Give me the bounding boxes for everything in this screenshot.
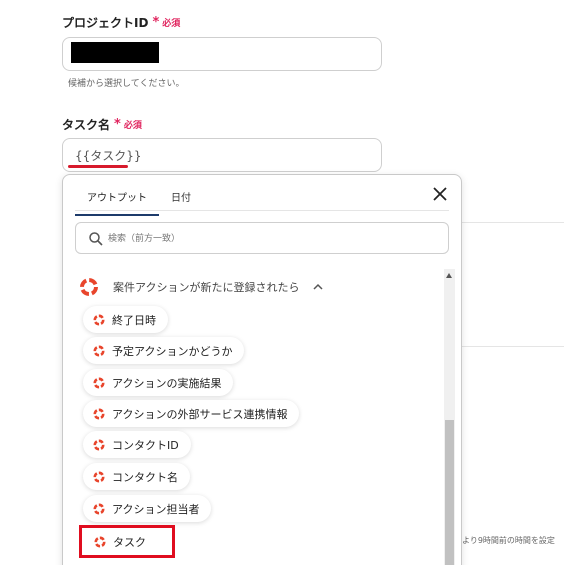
output-item[interactable]: コンタクトID [83, 431, 191, 458]
project-id-hint: 候補から選択してください。 [68, 79, 185, 89]
task-name-label-row: タスク名 * 必須 [62, 116, 142, 133]
lifebuoy-icon [93, 314, 105, 325]
output-item-label: アクションの実施結果 [112, 376, 222, 390]
close-icon[interactable] [431, 185, 449, 203]
output-item-label: アクションの外部サービス連携情報 [112, 407, 288, 421]
output-item[interactable]: コンタクト名 [83, 463, 190, 490]
task-value-underline [68, 165, 128, 168]
scroll-up-arrow-icon[interactable] [446, 273, 452, 278]
lifebuoy-icon [93, 377, 105, 388]
tab-date[interactable]: 日付 [159, 185, 203, 216]
output-item-label: アクション担当者 [112, 502, 200, 516]
picker-tabs: アウトプット 日付 [75, 185, 203, 216]
chevron-up-icon [313, 283, 323, 290]
lifebuoy-icon [94, 536, 106, 547]
output-item-label: コンタクトID [112, 438, 179, 452]
lifebuoy-icon [93, 439, 105, 450]
background-divider [462, 222, 564, 223]
tab-output[interactable]: アウトプット [75, 185, 159, 216]
output-item[interactable]: 終了日時 [83, 306, 168, 333]
redacted-value [71, 42, 159, 63]
task-name-value: {{タスク}} [75, 149, 142, 163]
lifebuoy-icon [93, 345, 105, 356]
output-item-label: タスク [113, 535, 146, 549]
lifebuoy-icon [93, 503, 105, 514]
output-item[interactable]: アクションの外部サービス連携情報 [83, 400, 300, 427]
output-item[interactable]: アクションの実施結果 [83, 369, 234, 396]
project-id-label-row: プロジェクトID * 必須 [62, 14, 180, 31]
output-item-label: 終了日時 [112, 313, 156, 327]
lifebuoy-icon [93, 471, 105, 482]
task-name-label: タスク名 [62, 118, 111, 132]
required-mark: * [114, 117, 121, 132]
output-item-label: 予定アクションかどうか [112, 344, 233, 358]
project-id-input[interactable] [62, 37, 382, 71]
group-header[interactable]: 案件アクションが新たに登録されたら [79, 277, 323, 297]
tabs-divider [75, 210, 449, 211]
project-id-label: プロジェクトID [62, 16, 149, 30]
required-text: 必須 [162, 19, 181, 29]
group-title: 案件アクションが新たに登録されたら [113, 281, 300, 294]
output-item-label: コンタクト名 [112, 470, 178, 484]
lifebuoy-icon [93, 408, 105, 419]
search-box [75, 222, 449, 254]
scrollbar-thumb[interactable] [445, 420, 454, 565]
search-icon [89, 232, 103, 246]
required-text: 必須 [123, 121, 142, 131]
output-picker-panel: アウトプット 日付 案件アクションが新たに登録されたら 終了日時 予定アクション… [62, 174, 462, 565]
output-item[interactable]: 予定アクションかどうか [83, 337, 245, 364]
output-item-selected[interactable]: タスク [79, 525, 175, 558]
background-divider [462, 346, 564, 347]
background-text: より9時間前の時間を設定 [462, 536, 555, 545]
required-mark: * [152, 15, 160, 30]
output-item[interactable]: アクション担当者 [83, 495, 212, 522]
search-input[interactable] [108, 229, 428, 249]
lifebuoy-icon [80, 278, 98, 296]
